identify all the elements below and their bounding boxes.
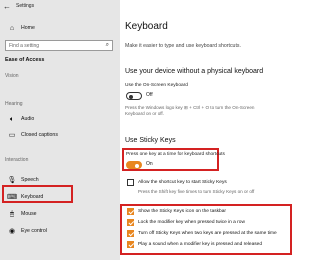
sidebar-item-label: Speech <box>21 176 39 183</box>
sidebar: ← Settings ⌂ Home Find a setting ⌕ Ease … <box>0 0 120 260</box>
window-title: Settings <box>16 3 35 9</box>
sticky-keys-label: Press one key at a time for keyboard sho… <box>126 152 225 157</box>
option-label: Lock the modifier key when pressed twice… <box>138 220 245 225</box>
main-content: Keyboard Make it easier to type and use … <box>120 0 300 260</box>
sidebar-item-label: Audio <box>21 115 35 122</box>
group-header-interaction: Interaction <box>5 157 29 163</box>
osk-label: Use the On-Screen Keyboard <box>125 83 188 88</box>
eye-control-icon: ◉ <box>8 227 16 235</box>
page-title: Keyboard <box>125 21 168 32</box>
home-icon: ⌂ <box>9 24 15 32</box>
sidebar-item-audio[interactable]: 🔈︎ Audio <box>0 113 120 125</box>
toggle-knob <box>135 163 139 168</box>
option-checkbox-taskbar-icon[interactable] <box>127 208 134 215</box>
sticky-keys-toggle-state: On <box>146 161 153 167</box>
option-label: Show the Sticky Keys icon on the taskbar <box>138 209 226 214</box>
group-header-hearing: Hearing <box>5 101 23 107</box>
settings-window: ← Settings ⌂ Home Find a setting ⌕ Ease … <box>0 0 300 260</box>
option-checkbox-turn-off[interactable] <box>127 230 134 237</box>
back-arrow-icon[interactable]: ← <box>3 2 11 11</box>
sidebar-item-mouse[interactable]: 🖱︎ Mouse <box>0 208 120 220</box>
option-checkbox-play-sound[interactable] <box>127 241 134 248</box>
option-checkbox-lock-modifier[interactable] <box>127 219 134 226</box>
sidebar-item-label: Closed captions <box>21 131 58 138</box>
osk-toggle[interactable] <box>126 92 142 100</box>
sidebar-item-eye-control[interactable]: ◉ Eye control <box>0 225 120 237</box>
osk-hint-line2: Keyboard on or off. <box>125 111 164 116</box>
sidebar-item-label: Home <box>21 24 35 31</box>
shortcut-checkbox[interactable] <box>127 179 134 186</box>
sticky-keys-toggle[interactable] <box>126 161 142 169</box>
osk-toggle-state: Off <box>146 92 153 98</box>
mouse-icon: 🖱︎ <box>9 210 15 218</box>
speech-icon: 🎙︎ <box>7 176 17 184</box>
shortcut-checkbox-label: Allow the shortcut key to start Sticky K… <box>138 180 227 185</box>
option-label: Turn off Sticky Keys when two keys are p… <box>138 231 277 236</box>
search-icon[interactable]: ⌕ <box>106 42 109 49</box>
speaker-icon: 🔈︎ <box>9 115 15 123</box>
section-heading-no-keyboard: Use your device without a physical keybo… <box>125 68 264 75</box>
group-header-vision: Vision <box>5 73 19 79</box>
closed-captions-icon: ▭ <box>8 131 16 139</box>
shortcut-hint: Press the Shift key five times to turn S… <box>138 189 255 194</box>
sidebar-item-home[interactable]: ⌂ Home <box>0 22 120 34</box>
section-heading-sticky-keys: Use Sticky Keys <box>125 137 176 144</box>
sidebar-item-label: Mouse <box>21 210 37 217</box>
keyboard-highlight-box <box>2 185 73 203</box>
option-label: Play a sound when a modifier key is pres… <box>138 242 262 247</box>
sidebar-item-closed-captions[interactable]: ▭ Closed captions <box>0 129 120 141</box>
sidebar-item-label: Eye control <box>21 227 47 234</box>
page-subtitle: Make it easier to type and use keyboard … <box>125 43 241 49</box>
search-placeholder: Find a setting <box>9 43 40 49</box>
search-input[interactable]: Find a setting ⌕ <box>5 40 113 51</box>
section-title: Ease of Access <box>5 57 45 63</box>
toggle-knob <box>129 94 133 99</box>
